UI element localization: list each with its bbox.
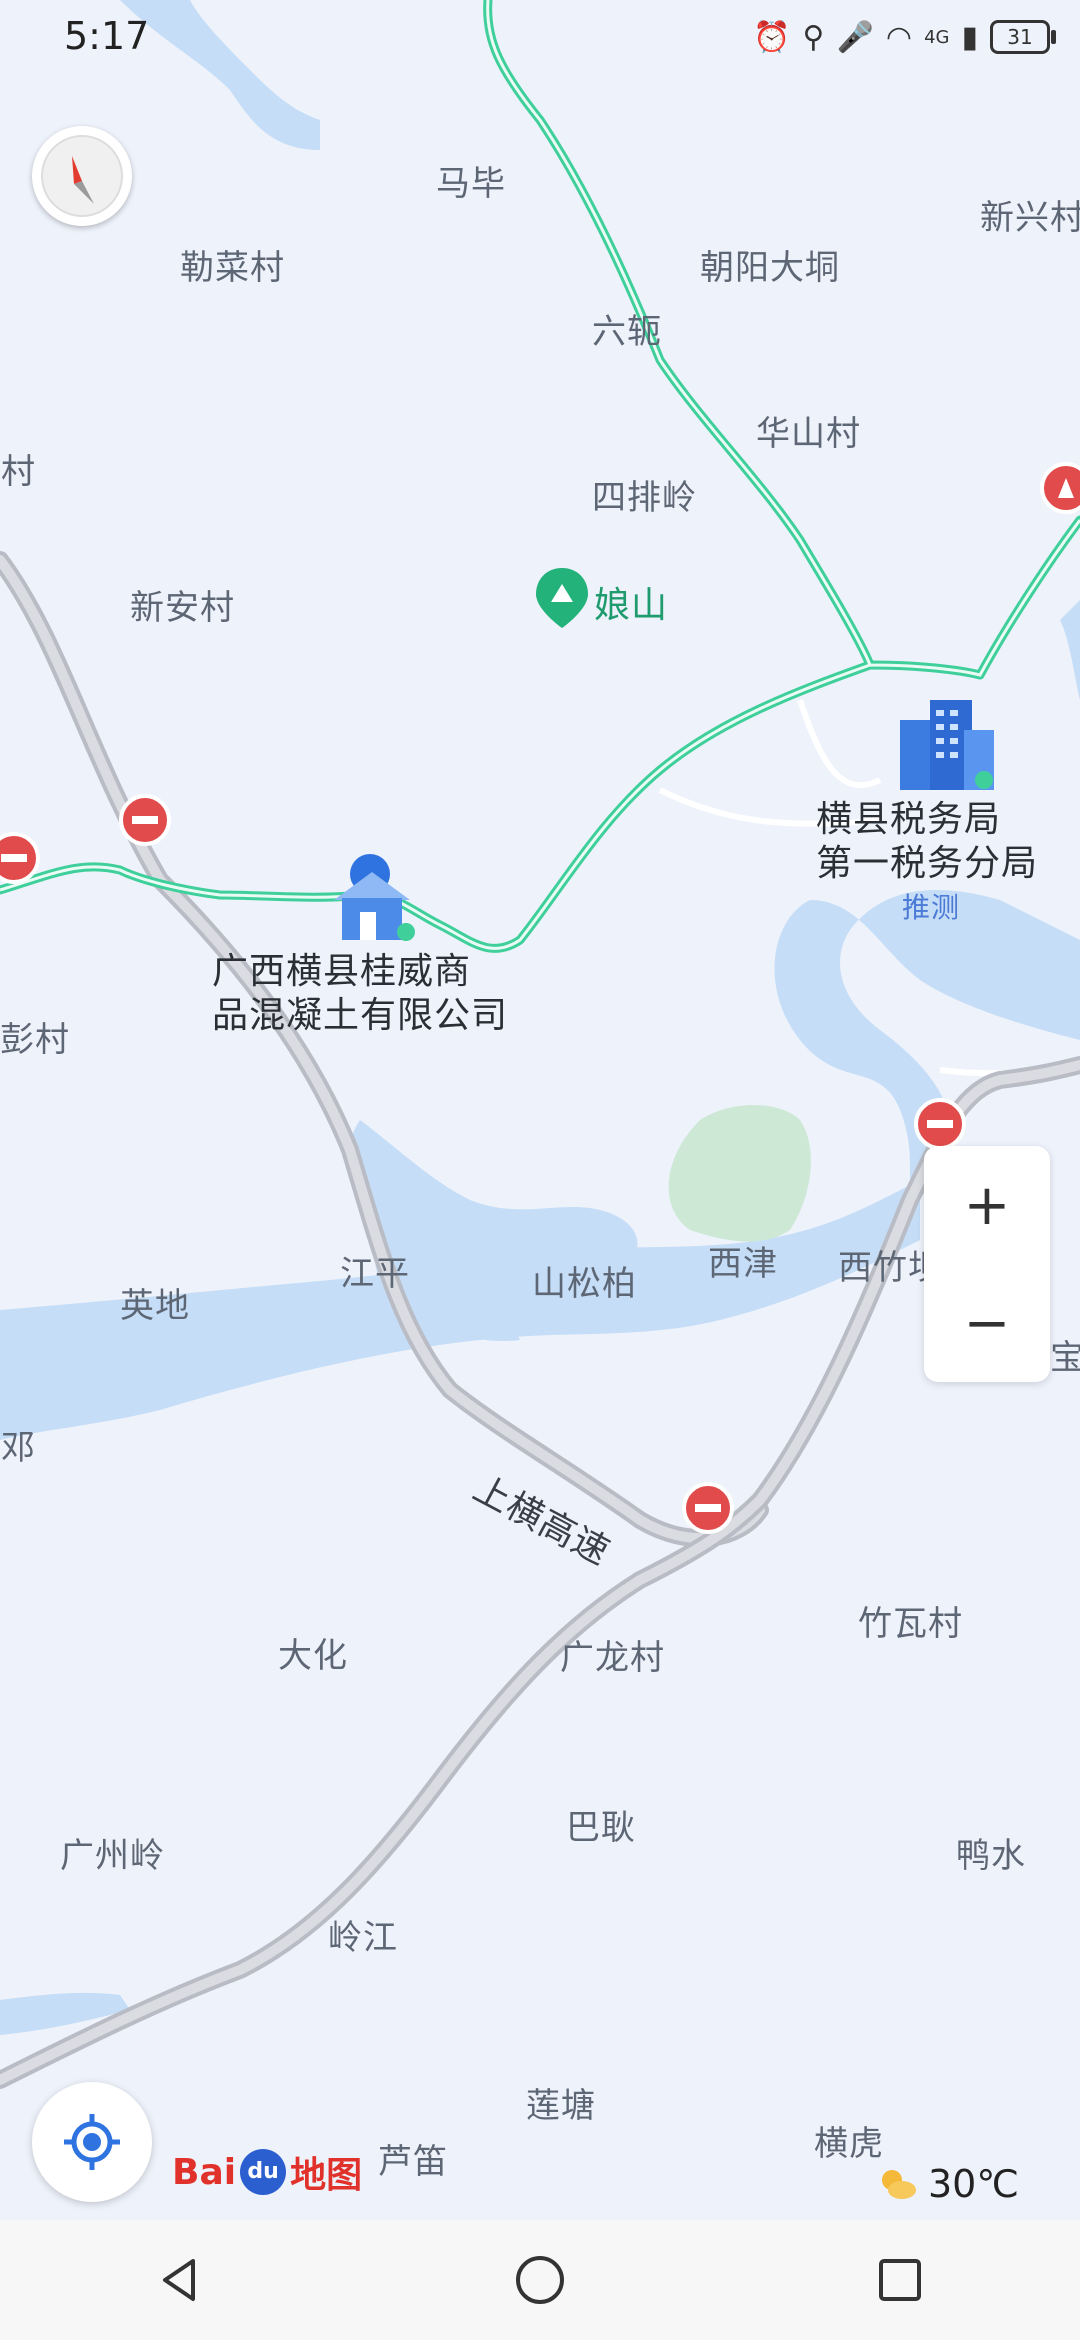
locate-button[interactable] [32, 2082, 152, 2202]
place-label[interactable]: 勒菜村 [180, 240, 285, 289]
place-label[interactable]: 新安村 [130, 580, 235, 629]
compass-icon [41, 135, 123, 217]
wifi-icon: ◠ [885, 19, 913, 55]
baidu-paw-icon: du [240, 2149, 287, 2195]
place-label[interactable]: 阳村 [0, 444, 36, 493]
place-label[interactable]: 西津 [708, 1236, 778, 1285]
place-label[interactable]: 竹瓦村 [858, 1596, 963, 1645]
mountain-label[interactable]: 娘山 [594, 576, 668, 628]
route-east [865, 515, 1080, 680]
place-label[interactable]: 广州岭 [60, 1828, 165, 1877]
compass-button[interactable] [32, 126, 132, 226]
no-entry-icon [914, 1098, 966, 1150]
water-bodies [0, 0, 1080, 2035]
office-building-icon [900, 700, 994, 790]
network-type: 4G [924, 26, 950, 48]
recents-square-icon [879, 2259, 921, 2301]
place-label[interactable]: 广龙村 [560, 1630, 665, 1679]
recents-button[interactable] [840, 2230, 960, 2330]
map-canvas[interactable] [0, 0, 1080, 2220]
place-label[interactable]: 英地 [120, 1278, 190, 1327]
signal-icon: ▮ [961, 19, 978, 55]
place-label[interactable]: 莲塘 [526, 2078, 596, 2127]
place-label[interactable]: 四排岭 [592, 470, 697, 519]
lake-upper [120, 0, 320, 150]
home-button[interactable] [480, 2230, 600, 2330]
no-entry-icon [0, 832, 40, 884]
status-icons: ⏰ ⚲ 🎤 ◠ 4G ▮ 31 [753, 14, 1056, 60]
poi-tax-bureau[interactable]: 横县税务局 第一税务分局 [816, 798, 1038, 886]
baidu-map-logo: Bai du 地图 [172, 2146, 362, 2198]
temperature: 30℃ [928, 2162, 1020, 2206]
poi-name-line2: 品混凝土有限公司 [212, 995, 509, 1036]
zoom-out-button[interactable]: − [924, 1264, 1050, 1382]
place-label[interactable]: 宝华 [1050, 1330, 1080, 1379]
place-label[interactable]: 芦笛 [378, 2134, 448, 2183]
partly-cloudy-icon [882, 2170, 916, 2199]
no-entry-icon [119, 794, 171, 846]
place-label[interactable]: 彭村 [0, 1012, 70, 1061]
no-entry-icon [682, 1482, 734, 1534]
park-area [668, 1105, 811, 1242]
alarm-icon: ⏰ [753, 19, 791, 55]
place-label[interactable]: 岭江 [328, 1910, 398, 1959]
place-label[interactable]: 鸭水 [956, 1828, 1026, 1877]
status-time: 5:17 [64, 14, 150, 58]
locate-icon [64, 2114, 120, 2170]
place-label[interactable]: 小邓 [0, 1420, 36, 1469]
place-label[interactable]: 马毕 [436, 156, 506, 205]
place-label[interactable]: 朝阳大垌 [700, 240, 840, 289]
place-label[interactable]: 新兴村 [980, 190, 1080, 239]
back-button[interactable] [120, 2230, 240, 2330]
map-screen[interactable]: 5:17 ⏰ ⚲ 🎤 ◠ 4G ▮ 31 马毕 勒菜村 朝阳大垌 新兴村 六轭 … [0, 0, 1080, 2340]
place-label[interactable]: 华山村 [756, 406, 861, 455]
creek-right [1060, 600, 1080, 700]
location-icon: ⚲ [802, 19, 825, 55]
place-label[interactable]: 山松柏 [532, 1256, 637, 1305]
back-triangle-icon [163, 2259, 195, 2301]
route-north [483, 0, 875, 670]
zoom-in-button[interactable]: + [924, 1146, 1050, 1264]
mic-icon: 🎤 [836, 19, 874, 55]
place-label[interactable]: 巴耿 [566, 1800, 636, 1849]
poi-tax-note: 推测 [902, 891, 961, 924]
poi-name-line1: 横县税务局 [816, 799, 1002, 840]
company-house-icon [334, 854, 415, 941]
place-label[interactable]: 大化 [278, 1628, 348, 1677]
roadwork-icon [1040, 462, 1080, 514]
poi-concrete-company[interactable]: 广西横县桂威商 品混凝土有限公司 [212, 950, 508, 1038]
system-nav-bar [0, 2220, 1080, 2340]
weather-widget[interactable]: 30℃ [878, 2162, 1019, 2206]
battery-indicator: 31 [990, 20, 1056, 54]
poi-name-line1: 广西横县桂威商 [212, 951, 472, 992]
home-circle-icon [516, 2256, 564, 2304]
place-label[interactable]: 六轭 [592, 304, 662, 353]
place-label[interactable]: 江平 [340, 1246, 410, 1295]
poi-name-line2: 第一税务分局 [816, 843, 1039, 884]
mountain-icon [536, 568, 588, 628]
place-label[interactable]: 横虎 [814, 2116, 884, 2165]
zoom-controls: + − [924, 1146, 1050, 1382]
